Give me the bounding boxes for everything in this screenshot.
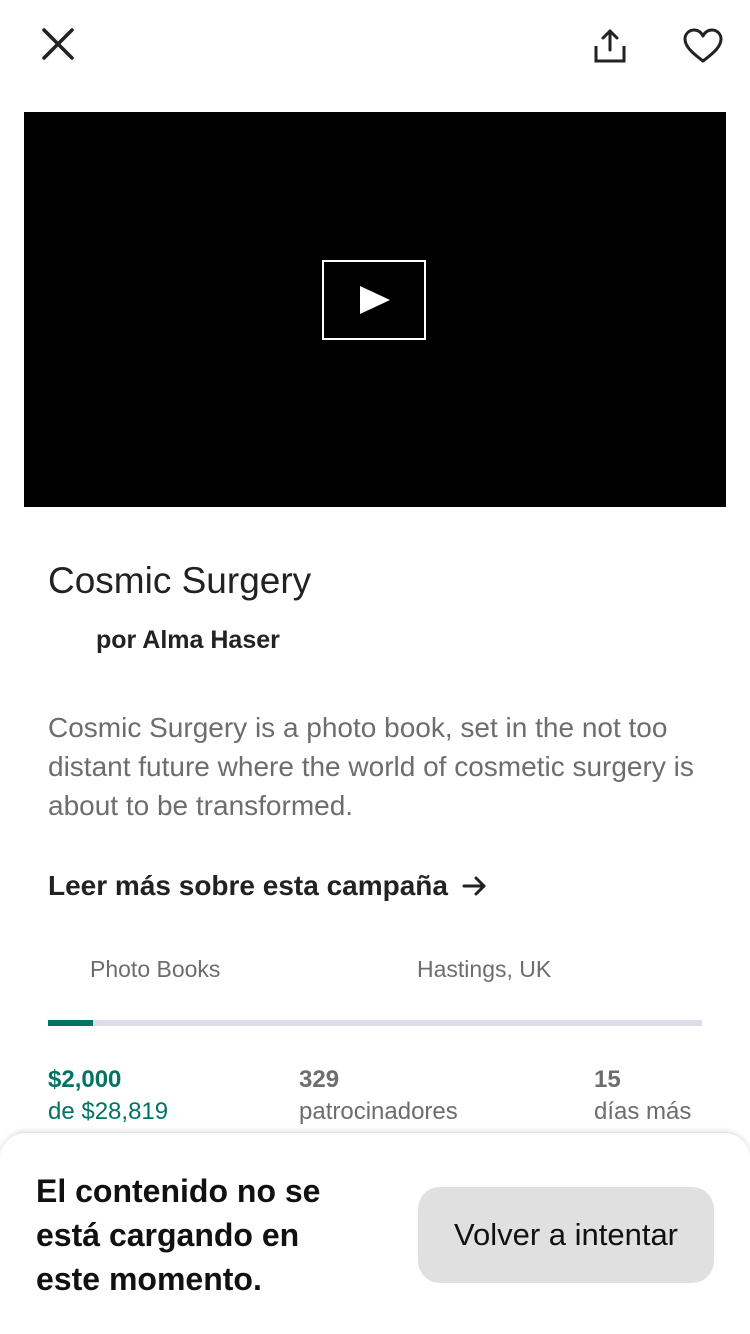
stat-days: 15 días más [594, 1064, 691, 1128]
error-banner: El contenido no se está cargando en este… [0, 1132, 750, 1334]
project-title: Cosmic Surgery [48, 560, 312, 601]
read-more-link[interactable]: Leer más sobre esta campaña [48, 870, 488, 902]
play-icon [360, 286, 390, 314]
goal-amount: de $28,819 [48, 1098, 169, 1125]
share-button[interactable] [584, 20, 636, 72]
play-button[interactable] [322, 260, 426, 340]
share-icon [594, 29, 626, 63]
project-category[interactable]: Photo Books [90, 956, 220, 983]
stat-backers: 329 patrocinadores [299, 1064, 458, 1128]
arrow-right-icon [462, 876, 486, 896]
days-count: 15 [594, 1066, 621, 1093]
project-blurb: Cosmic Surgery is a photo book, set in t… [48, 712, 694, 821]
backers-count: 329 [299, 1066, 340, 1093]
funding-progress-fill [48, 1020, 94, 1026]
heart-icon [683, 28, 723, 63]
error-message: El contenido no se está cargando en este… [36, 1173, 321, 1297]
stat-pledged: $2,000 de $28,819 [48, 1064, 168, 1128]
favorite-button[interactable] [676, 20, 730, 72]
days-label: días más [594, 1098, 692, 1125]
close-button[interactable] [30, 18, 86, 70]
video-player[interactable] [24, 112, 726, 507]
read-more-label: Leer más sobre esta campaña [48, 870, 448, 901]
backers-label: patrocinadores [299, 1098, 458, 1125]
funding-progress-bar [48, 1020, 702, 1026]
retry-button[interactable]: Volver a intentar [418, 1187, 714, 1283]
pledged-amount: $2,000 [48, 1066, 122, 1093]
close-icon [42, 28, 74, 60]
project-location[interactable]: Hastings, UK [417, 956, 551, 983]
creator-name[interactable]: por Alma Haser [96, 626, 280, 655]
